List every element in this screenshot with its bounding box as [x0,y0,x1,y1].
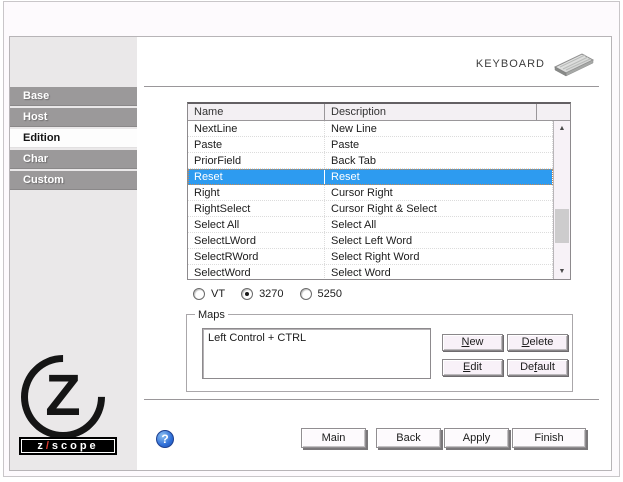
help-icon[interactable]: ? [156,430,174,448]
radio-3270-label: 3270 [259,288,284,300]
radio-5250-label: 5250 [317,288,343,300]
radio-button-checked-icon[interactable] [241,288,254,300]
column-header-extra [537,104,570,120]
sidebar-item-char[interactable]: Char [10,150,137,169]
page-header: KEYBOARD [476,49,595,79]
table-row[interactable]: Paste Paste [188,137,553,153]
zscope-wordmark: z/scope [19,437,117,455]
zscope-logo-letter: Z [45,363,81,428]
maps-listbox[interactable]: Left Control + CTRL [202,328,431,379]
table-row[interactable]: Right Cursor Right [188,185,553,201]
column-header-description[interactable]: Description [325,104,537,120]
main-button[interactable]: Main [301,428,366,448]
column-header-name[interactable]: Name [188,104,325,120]
maps-groupbox-title: Maps [195,309,228,321]
back-button[interactable]: Back [376,428,441,448]
zscope-wordmark-text: z/scope [21,439,115,453]
radio-vt[interactable]: VT [193,288,225,300]
keyboard-icon [553,53,595,77]
sidebar-item-host[interactable]: Host [10,108,137,127]
terminal-type-radios: VT 3270 5250 [193,288,358,300]
scroll-down-icon[interactable]: ▼ [554,264,570,279]
keymap-table-header: Name Description [188,104,570,121]
scrollbar-thumb[interactable] [555,209,569,243]
vertical-scrollbar[interactable]: ▲ ▼ [553,121,570,279]
table-row[interactable]: SelectRWord Select Right Word [188,249,553,265]
table-row[interactable]: SelectWord Select Word [188,265,553,279]
keymap-table: Name Description NextLine New Line Paste P… [187,102,571,280]
sidebar-tabs: Base Host Edition Char Custom [10,87,137,192]
table-row[interactable]: PriorField Back Tab [188,153,553,169]
finish-button[interactable]: Finish [512,428,586,448]
radio-button-icon[interactable] [193,288,205,300]
radio-button-icon[interactable] [299,288,312,300]
keymap-rows: NextLine New Line Paste Paste PriorField Ba… [188,121,553,279]
maps-groupbox: Maps Left Control + CTRL New Delete Edit… [186,309,573,392]
apply-button[interactable]: Apply [444,428,509,448]
scroll-up-icon[interactable]: ▲ [554,121,570,136]
sidebar: Base Host Edition Char Custom Z z/scope [10,37,137,470]
radio-5250[interactable]: 5250 [299,288,343,300]
table-row[interactable]: RightSelect Cursor Right & Select [188,201,553,217]
page-title: KEYBOARD [475,58,545,70]
sidebar-item-edition[interactable]: Edition [10,129,137,148]
table-row[interactable]: SelectLWord Select Left Word [188,233,553,249]
header-divider [144,86,599,87]
sidebar-item-custom[interactable]: Custom [10,171,137,190]
list-item[interactable]: Left Control + CTRL [203,329,430,344]
sidebar-item-base[interactable]: Base [10,87,137,106]
footer-divider [144,399,599,400]
radio-vt-label: VT [211,288,226,300]
table-row[interactable]: NextLine New Line [188,121,553,137]
table-row-selected[interactable]: Reset Reset [188,169,553,185]
app-window: Base Host Edition Char Custom Z z/scope … [3,1,620,477]
table-row[interactable]: Select All Select All [188,217,553,233]
edit-button[interactable]: Edit [442,359,503,376]
default-button[interactable]: Default [507,359,568,376]
keymap-table-body: NextLine New Line Paste Paste PriorField Ba… [188,121,570,279]
delete-button[interactable]: Delete [507,334,568,351]
content-panel: Base Host Edition Char Custom Z z/scope … [9,36,612,471]
new-button[interactable]: New [442,334,503,351]
radio-3270[interactable]: 3270 [241,288,284,300]
